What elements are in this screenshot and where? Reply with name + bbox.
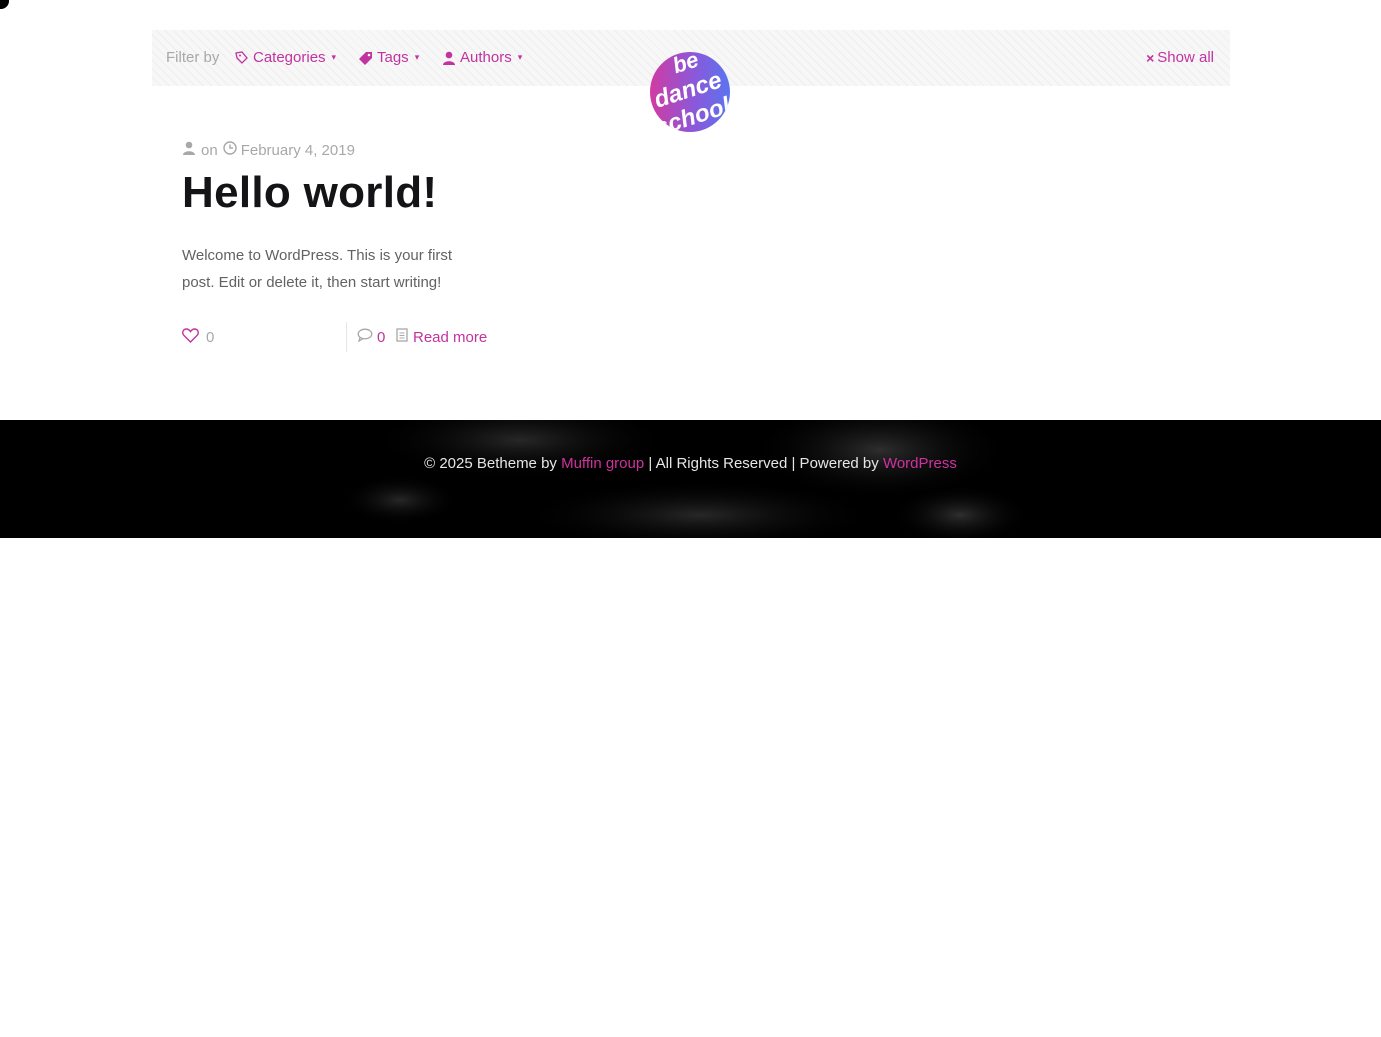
chevron-down-icon: ▾ — [414, 52, 420, 62]
filter-tags[interactable]: Tags ▾ — [358, 49, 419, 66]
muffin-group-link[interactable]: Muffin group — [561, 455, 644, 472]
post-title[interactable]: Hello world! — [182, 168, 437, 218]
filter-categories-label: Categories — [253, 49, 326, 66]
post-footer: 0 0 Read more — [182, 322, 502, 352]
comment-icon — [357, 328, 373, 346]
likes-count: 0 — [206, 329, 215, 346]
footer-background-image — [340, 420, 1030, 538]
post-meta: on February 4, 2019 — [182, 141, 355, 159]
filter-authors[interactable]: Authors ▾ — [442, 49, 522, 66]
filter-categories[interactable]: Categories ▾ — [234, 49, 336, 66]
site-logo[interactable]: be dance school — [650, 52, 730, 132]
post-date-text: February 4, 2019 — [240, 141, 355, 159]
chevron-down-icon: ▾ — [331, 52, 337, 62]
tag-icon — [358, 51, 373, 65]
read-more-link[interactable]: Read more — [396, 328, 487, 346]
filter-authors-label: Authors — [460, 49, 512, 66]
chevron-down-icon: ▾ — [517, 52, 523, 62]
filter-tags-label: Tags — [377, 49, 409, 66]
site-footer: © 2025 Betheme by Muffin group | All Rig… — [0, 420, 1381, 538]
close-icon: × — [1146, 49, 1155, 66]
corner-dot — [0, 0, 9, 9]
post-date: February 4, 2019 — [222, 141, 355, 159]
document-icon — [396, 328, 408, 346]
like-button[interactable]: 0 — [182, 328, 214, 347]
author-icon — [182, 141, 196, 159]
copyright-middle: | All Rights Reserved | Powered by — [648, 455, 879, 472]
copyright-prefix: © 2025 Betheme by — [424, 455, 557, 472]
show-all-link[interactable]: × Show all — [1146, 49, 1214, 66]
footer-copyright: © 2025 Betheme by Muffin group | All Rig… — [0, 455, 1381, 472]
read-more-label: Read more — [413, 328, 488, 346]
post-excerpt: Welcome to WordPress. This is your first… — [182, 247, 453, 291]
user-icon — [442, 51, 456, 65]
meta-on: on — [201, 141, 218, 159]
clock-icon — [222, 141, 237, 159]
wordpress-link[interactable]: WordPress — [883, 455, 957, 472]
comments-count: 0 — [377, 328, 386, 346]
comments-link[interactable]: 0 — [357, 328, 385, 346]
bookmark-icon — [234, 50, 249, 65]
heart-icon — [182, 328, 199, 347]
show-all-label: Show all — [1157, 49, 1214, 66]
divider — [346, 322, 347, 352]
filter-label: Filter by — [166, 49, 220, 66]
